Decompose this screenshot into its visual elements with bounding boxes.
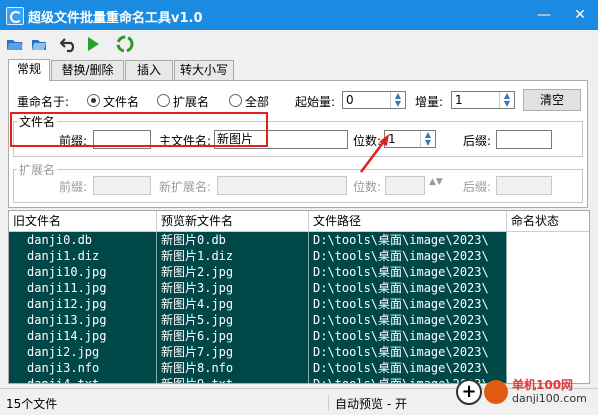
old-name-cell: danji14.jpg: [9, 328, 157, 344]
ext-prefix-label: 前缀:: [59, 180, 88, 194]
start-value-label: 起始量:: [295, 95, 336, 109]
old-name-cell: danji11.jpg: [9, 280, 157, 296]
new-name-cell: 新图片8.nfo: [157, 360, 309, 376]
suffix-label: 后缀:: [463, 134, 492, 148]
path-cell: D:\tools\桌面\image\2023\: [309, 328, 507, 344]
table-row[interactable]: danji4.txt 新图片9.txt D:\tools\桌面\image\2023…: [9, 376, 507, 383]
path-cell: D:\tools\桌面\image\2023\: [309, 248, 507, 264]
tab-case[interactable]: 转大小写: [174, 60, 234, 80]
start-value: 0: [346, 93, 354, 107]
path-cell: D:\tools\桌面\image\2023\: [309, 264, 507, 280]
table-row[interactable]: danji3.nfo 新图片8.nfo D:\tools\桌面\image\2023…: [9, 360, 507, 376]
toolbar: [0, 30, 598, 58]
window-title: 超级文件批量重命名工具v1.0: [28, 11, 203, 26]
recycle-icon[interactable]: [116, 35, 134, 53]
new-name-cell: 新图片1.diz: [157, 248, 309, 264]
tab-general[interactable]: 常规: [8, 59, 50, 81]
orange-logo-icon: [484, 380, 508, 404]
stepper-arrows-icon[interactable]: ▲ ▼: [499, 92, 514, 108]
radio-filename[interactable]: [87, 94, 100, 107]
stepper-arrows-icon[interactable]: ▲ ▼: [390, 92, 405, 108]
title-bar: 超级文件批量重命名工具v1.0 — ✕: [0, 0, 598, 30]
new-name-cell: 新图片3.jpg: [157, 280, 309, 296]
table-row[interactable]: danji14.jpg 新图片6.jpg D:\tools\桌面\image\202…: [9, 328, 507, 344]
table-row[interactable]: danji11.jpg 新图片3.jpg D:\tools\桌面\image\202…: [9, 280, 507, 296]
minimize-button[interactable]: —: [526, 0, 562, 30]
increment-stepper[interactable]: 1 ▲ ▼: [451, 91, 515, 109]
path-cell: D:\tools\桌面\image\2023\: [309, 232, 507, 248]
highlight-arrow-digits: [360, 134, 389, 173]
extension-group-title: 扩展名: [17, 161, 58, 178]
table-row[interactable]: danji10.jpg 新图片2.jpg D:\tools\桌面\image\202…: [9, 264, 507, 280]
old-name-cell: danji0.db: [9, 232, 157, 248]
open-folder-icon[interactable]: [6, 35, 24, 53]
ext-digits-input: [385, 176, 425, 195]
new-name-cell: 新图片0.db: [157, 232, 309, 248]
new-name-cell: 新图片7.jpg: [157, 344, 309, 360]
ext-suffix-label: 后缀:: [463, 180, 492, 194]
auto-preview-status: 自动预览 - 开: [328, 395, 407, 411]
new-name-cell: 新图片9.txt: [157, 376, 309, 383]
tab-replace-delete[interactable]: 替换/删除: [51, 60, 124, 80]
ext-digits-label: 位数:: [353, 180, 382, 194]
new-ext-label: 新扩展名:: [159, 180, 212, 194]
radio-extension[interactable]: [157, 94, 170, 107]
app-icon: [6, 7, 24, 25]
highlight-box: [10, 112, 268, 147]
path-cell: D:\tools\桌面\image\2023\: [309, 296, 507, 312]
rename-target-label: 重命名于:: [17, 95, 70, 109]
increment-value: 1: [455, 93, 463, 107]
stepper-arrows-icon[interactable]: ▲ ▼: [420, 131, 435, 147]
new-name-cell: 新图片6.jpg: [157, 328, 309, 344]
tab-insert[interactable]: 插入: [125, 60, 173, 80]
col-status[interactable]: 命名状态: [507, 211, 589, 231]
radio-filename-label: 文件名: [103, 95, 140, 109]
close-button[interactable]: ✕: [562, 0, 598, 30]
col-new-name[interactable]: 预览新文件名: [157, 211, 309, 231]
increment-label: 增量:: [415, 95, 444, 109]
path-cell: D:\tools\桌面\image\2023\: [309, 312, 507, 328]
radio-all-label: 全部: [245, 95, 270, 109]
table-row[interactable]: danji0.db 新图片0.db D:\tools\桌面\image\2023\: [9, 232, 507, 248]
clear-button[interactable]: 清空: [523, 89, 581, 111]
ext-prefix-input: [93, 176, 151, 195]
path-cell: D:\tools\桌面\image\2023\: [309, 360, 507, 376]
table-row[interactable]: danji13.jpg 新图片5.jpg D:\tools\桌面\image\202…: [9, 312, 507, 328]
file-list[interactable]: 旧文件名 预览新文件名 文件路径 命名状态 danji0.db 新图片0.db D:…: [8, 210, 590, 384]
start-value-stepper[interactable]: 0 ▲ ▼: [342, 91, 406, 109]
col-old-name[interactable]: 旧文件名: [9, 211, 157, 231]
new-name-cell: 新图片4.jpg: [157, 296, 309, 312]
path-cell: D:\tools\桌面\image\2023\: [309, 344, 507, 360]
table-row[interactable]: danji1.diz 新图片1.diz D:\tools\桌面\image\2023…: [9, 248, 507, 264]
old-name-cell: danji4.txt: [9, 376, 157, 383]
watermark: + 单机100网 danji100.com: [456, 376, 592, 410]
radio-extension-label: 扩展名: [173, 95, 210, 109]
old-name-cell: danji2.jpg: [9, 344, 157, 360]
file-list-header: 旧文件名 预览新文件名 文件路径 命名状态: [9, 211, 589, 232]
file-count: 15个文件: [6, 397, 58, 411]
ext-digits-arrows-icon: ▲▼: [429, 177, 443, 187]
suffix-input[interactable]: [496, 130, 552, 149]
new-name-cell: 新图片5.jpg: [157, 312, 309, 328]
old-name-cell: danji3.nfo: [9, 360, 157, 376]
plus-logo-icon: +: [456, 379, 482, 405]
old-name-cell: danji10.jpg: [9, 264, 157, 280]
watermark-site: 单机100网: [512, 378, 574, 392]
new-ext-input: [217, 176, 347, 195]
table-row[interactable]: danji2.jpg 新图片7.jpg D:\tools\桌面\image\2023…: [9, 344, 507, 360]
old-name-cell: danji12.jpg: [9, 296, 157, 312]
old-name-cell: danji13.jpg: [9, 312, 157, 328]
ext-suffix-input: [496, 176, 552, 195]
add-files-icon[interactable]: [30, 35, 48, 53]
undo-icon[interactable]: [60, 35, 78, 53]
table-row[interactable]: danji12.jpg 新图片4.jpg D:\tools\桌面\image\202…: [9, 296, 507, 312]
path-cell: D:\tools\桌面\image\2023\: [309, 280, 507, 296]
old-name-cell: danji1.diz: [9, 248, 157, 264]
run-icon[interactable]: [84, 35, 102, 53]
watermark-url: danji100.com: [512, 392, 587, 405]
new-name-cell: 新图片2.jpg: [157, 264, 309, 280]
radio-all[interactable]: [229, 94, 242, 107]
col-path[interactable]: 文件路径: [309, 211, 507, 231]
